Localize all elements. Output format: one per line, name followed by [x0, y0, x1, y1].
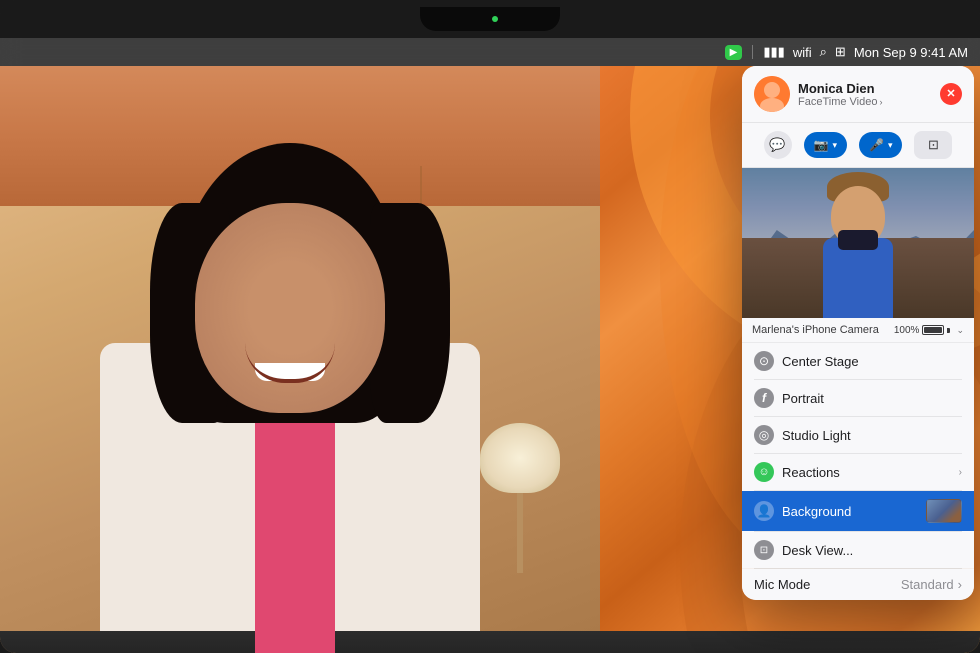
screen-share-icon: ⊡ [928, 137, 939, 153]
background-icon: 👤 [754, 501, 774, 521]
keyboard-area [0, 631, 980, 653]
preview-body [823, 238, 893, 318]
person-figure [20, 123, 580, 653]
camera-icon: 📷 [814, 138, 829, 152]
battery-tip [947, 328, 950, 333]
menu-bar: ▶ ▮▮▮ wifi ⌕ ⊞ Mon Sep 9 9:41 AM [0, 38, 980, 66]
background-label: Background [782, 504, 918, 519]
menu-item-reactions[interactable]: ☺ Reactions › [742, 454, 974, 490]
battery-bar [922, 325, 944, 335]
studio-light-icon: ◎ [754, 425, 774, 445]
menu-item-desk-view[interactable]: ⊡ Desk View... [742, 532, 974, 568]
contact-chevron: › [879, 97, 882, 107]
mic-icon: 🎤 [869, 138, 884, 152]
menu-separator [752, 45, 753, 59]
battery-percentage: 100% [894, 325, 920, 336]
battery-indicator: 100% [894, 325, 951, 336]
mic-chevron-icon: ▾ [888, 140, 893, 151]
battery-icon: ▮▮▮ [763, 44, 784, 60]
contact-name: Monica Dien [798, 81, 940, 96]
facetime-camera-icon: ▶ [730, 47, 738, 58]
menu-bar-right: ▶ ▮▮▮ wifi ⌕ ⊞ Mon Sep 9 9:41 AM [725, 44, 968, 60]
notch-bar [0, 0, 980, 38]
camera-button[interactable]: 📷 ▾ [804, 132, 847, 158]
camera-indicator-dot [492, 16, 498, 22]
mic-button[interactable]: 🎤 ▾ [859, 132, 902, 158]
background-thumbnail [926, 499, 962, 523]
menu-item-portrait[interactable]: f Portrait [742, 380, 974, 416]
center-stage-label: Center Stage [782, 354, 962, 369]
mic-mode-current: Standard [901, 577, 954, 592]
mic-mode-row[interactable]: Mic Mode Standard › [742, 569, 974, 600]
camera-source-bar: Marlena's iPhone Camera 100% ⌄ [742, 318, 974, 343]
close-icon: ✕ [946, 89, 955, 100]
menu-items-list: ⊙ Center Stage f Portrait [742, 343, 974, 568]
screen-share-button[interactable]: ⊡ [914, 131, 952, 159]
contact-subtitle: FaceTime Video › [798, 96, 940, 108]
studio-light-label: Studio Light [782, 428, 962, 443]
mic-mode-value: Standard › [901, 577, 962, 592]
reactions-label: Reactions [782, 465, 951, 480]
facetime-panel: Monica Dien FaceTime Video › ✕ 💬 [742, 66, 974, 600]
facetime-menubar-icon[interactable]: ▶ [725, 45, 743, 60]
datetime-display: Mon Sep 9 9:41 AM [854, 45, 968, 60]
contact-header: Monica Dien FaceTime Video › ✕ [742, 66, 974, 123]
control-center-icon[interactable]: ⊞ [835, 44, 846, 60]
camera-source-right: 100% ⌄ [894, 325, 964, 336]
mic-mode-label: Mic Mode [754, 577, 810, 592]
menu-item-studio-light[interactable]: ◎ Studio Light [742, 417, 974, 453]
person-face [195, 203, 385, 413]
contact-info: Monica Dien FaceTime Video › [798, 81, 940, 108]
preview-scarf [838, 230, 878, 250]
person-shirt-accent [255, 403, 335, 653]
center-stage-icon: ⊙ [754, 351, 774, 371]
close-button[interactable]: ✕ [940, 83, 962, 105]
reactions-chevron-icon: › [959, 467, 962, 478]
portrait-icon: f [754, 388, 774, 408]
portrait-label: Portrait [782, 391, 962, 406]
camera-chevron-icon: ▾ [832, 140, 837, 151]
message-button[interactable]: 💬 [764, 131, 792, 159]
menu-item-center-stage[interactable]: ⊙ Center Stage [742, 343, 974, 379]
contact-call-type: FaceTime Video [798, 96, 877, 108]
battery-fill [924, 327, 942, 333]
mic-mode-chevron-icon: › [958, 577, 962, 592]
controls-row: 💬 📷 ▾ 🎤 ▾ ⊡ [742, 123, 974, 168]
menu-item-background[interactable]: 👤 Background [742, 491, 974, 531]
video-preview [742, 168, 974, 318]
desk-view-icon: ⊡ [754, 540, 774, 560]
camera-source-label: Marlena's iPhone Camera [752, 324, 879, 336]
contact-avatar [754, 76, 790, 112]
source-chevron-icon[interactable]: ⌄ [956, 325, 964, 336]
screen-bezel: ▶ ▮▮▮ wifi ⌕ ⊞ Mon Sep 9 9:41 AM [0, 0, 980, 653]
spotlight-icon[interactable]: ⌕ [820, 44, 827, 60]
wifi-icon: wifi [793, 45, 812, 60]
main-video-feed [0, 66, 620, 653]
message-icon: 💬 [769, 137, 785, 153]
main-content: Monica Dien FaceTime Video › ✕ 💬 [0, 66, 980, 653]
desk-view-label: Desk View... [782, 543, 962, 558]
preview-person [813, 188, 903, 318]
laptop-frame: ▶ ▮▮▮ wifi ⌕ ⊞ Mon Sep 9 9:41 AM [0, 0, 980, 653]
camera-notch [420, 7, 560, 31]
reactions-icon: ☺ [754, 462, 774, 482]
